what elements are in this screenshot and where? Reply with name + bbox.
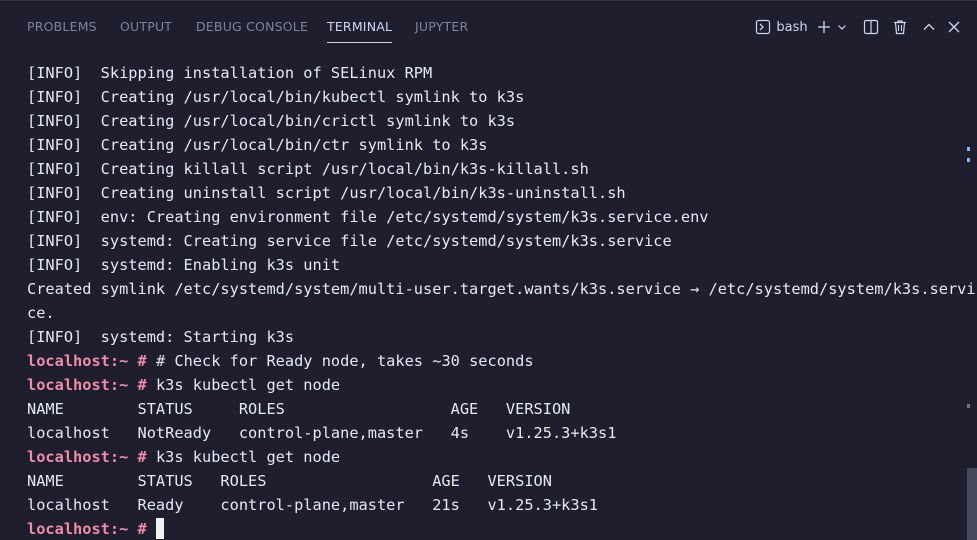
- terminal-scrollbar[interactable]: [967, 468, 977, 540]
- output-text: [INFO] systemd: Starting k3s: [27, 328, 295, 346]
- overview-ruler-mark: [967, 158, 970, 162]
- output-text: [INFO] Creating uninstall script /usr/lo…: [27, 184, 626, 202]
- overview-ruler-mark: [967, 147, 970, 151]
- output-text: [INFO] systemd: Creating service file /e…: [27, 232, 672, 250]
- output-text: [INFO] Creating killall script /usr/loca…: [27, 160, 589, 178]
- output-text: [INFO] Creating /usr/local/bin/kubectl s…: [27, 88, 525, 106]
- prompt-line: localhost:~ #: [27, 517, 962, 540]
- output-text: Created symlink /etc/systemd/system/mult…: [27, 280, 976, 298]
- terminal-icon[interactable]: [754, 17, 772, 37]
- split-icon[interactable]: [862, 17, 880, 37]
- overview-ruler-mark: [967, 404, 970, 408]
- output-text: [INFO] systemd: Enabling k3s unit: [27, 256, 341, 274]
- shell-prompt: localhost:~ #: [27, 520, 147, 538]
- output-line: [INFO] systemd: Starting k3s: [27, 325, 962, 349]
- command-text: k3s kubectl get node: [146, 376, 341, 394]
- output-text: NAME STATUS ROLES AGE VERSION: [27, 472, 552, 490]
- shell-name-label[interactable]: bash: [776, 17, 807, 37]
- output-line: [INFO] systemd: Creating service file /e…: [27, 229, 962, 253]
- output-text: [INFO] Skipping installation of SELinux …: [27, 64, 433, 82]
- output-line: [INFO] systemd: Enabling k3s unit: [27, 253, 962, 277]
- output-text: localhost NotReady control-plane,master …: [27, 424, 617, 442]
- output-line: [INFO] env: Creating environment file /e…: [27, 205, 962, 229]
- output-line: localhost Ready control-plane,master 21s…: [27, 493, 962, 517]
- output-line: localhost NotReady control-plane,master …: [27, 421, 962, 445]
- output-text: NAME STATUS ROLES AGE VERSION: [27, 400, 571, 418]
- prompt-line: localhost:~ # k3s kubectl get node: [27, 373, 962, 397]
- trash-icon[interactable]: [891, 17, 909, 37]
- output-text: localhost Ready control-plane,master 21s…: [27, 496, 598, 514]
- chevron-up-icon[interactable]: [921, 17, 937, 37]
- command-text: [147, 520, 156, 538]
- shell-prompt: localhost:~ #: [27, 376, 147, 394]
- output-line: [INFO] Creating /usr/local/bin/ctr symli…: [27, 133, 962, 157]
- output-line: [INFO] Creating /usr/local/bin/kubectl s…: [27, 85, 962, 109]
- terminal-cursor: [155, 518, 164, 539]
- output-text: [INFO] Creating /usr/local/bin/ctr symli…: [27, 136, 488, 154]
- output-line: [INFO] Creating /usr/local/bin/crictl sy…: [27, 109, 962, 133]
- output-text: [INFO] Creating /usr/local/bin/crictl sy…: [27, 112, 516, 130]
- shell-prompt: localhost:~ #: [27, 352, 147, 370]
- output-line: [INFO] Creating killall script /usr/loca…: [27, 157, 962, 181]
- close-icon[interactable]: [946, 17, 962, 37]
- output-line: [INFO] Creating uninstall script /usr/lo…: [27, 181, 962, 205]
- chevron-down-icon[interactable]: [836, 17, 848, 37]
- plus-icon[interactable]: [816, 17, 832, 37]
- terminal-output[interactable]: [INFO] Skipping installation of SELinux …: [27, 61, 976, 540]
- command-text: # Check for Ready node, takes ~30 second…: [146, 352, 534, 370]
- shell-prompt: localhost:~ #: [27, 448, 147, 466]
- panel-top-border: [0, 0, 977, 6]
- output-line: Created symlink /etc/systemd/system/mult…: [27, 277, 976, 301]
- output-text: ce.: [27, 304, 55, 322]
- prompt-line: localhost:~ # # Check for Ready node, ta…: [27, 349, 962, 373]
- output-line: NAME STATUS ROLES AGE VERSION: [27, 469, 962, 493]
- terminal-toolbar: bash: [0, 17, 977, 37]
- output-line: [INFO] Skipping installation of SELinux …: [27, 61, 962, 85]
- output-line: NAME STATUS ROLES AGE VERSION: [27, 397, 962, 421]
- output-text: [INFO] env: Creating environment file /e…: [27, 208, 709, 226]
- command-text: k3s kubectl get node: [146, 448, 341, 466]
- output-line: ce.: [27, 301, 962, 325]
- prompt-line: localhost:~ # k3s kubectl get node: [27, 445, 962, 469]
